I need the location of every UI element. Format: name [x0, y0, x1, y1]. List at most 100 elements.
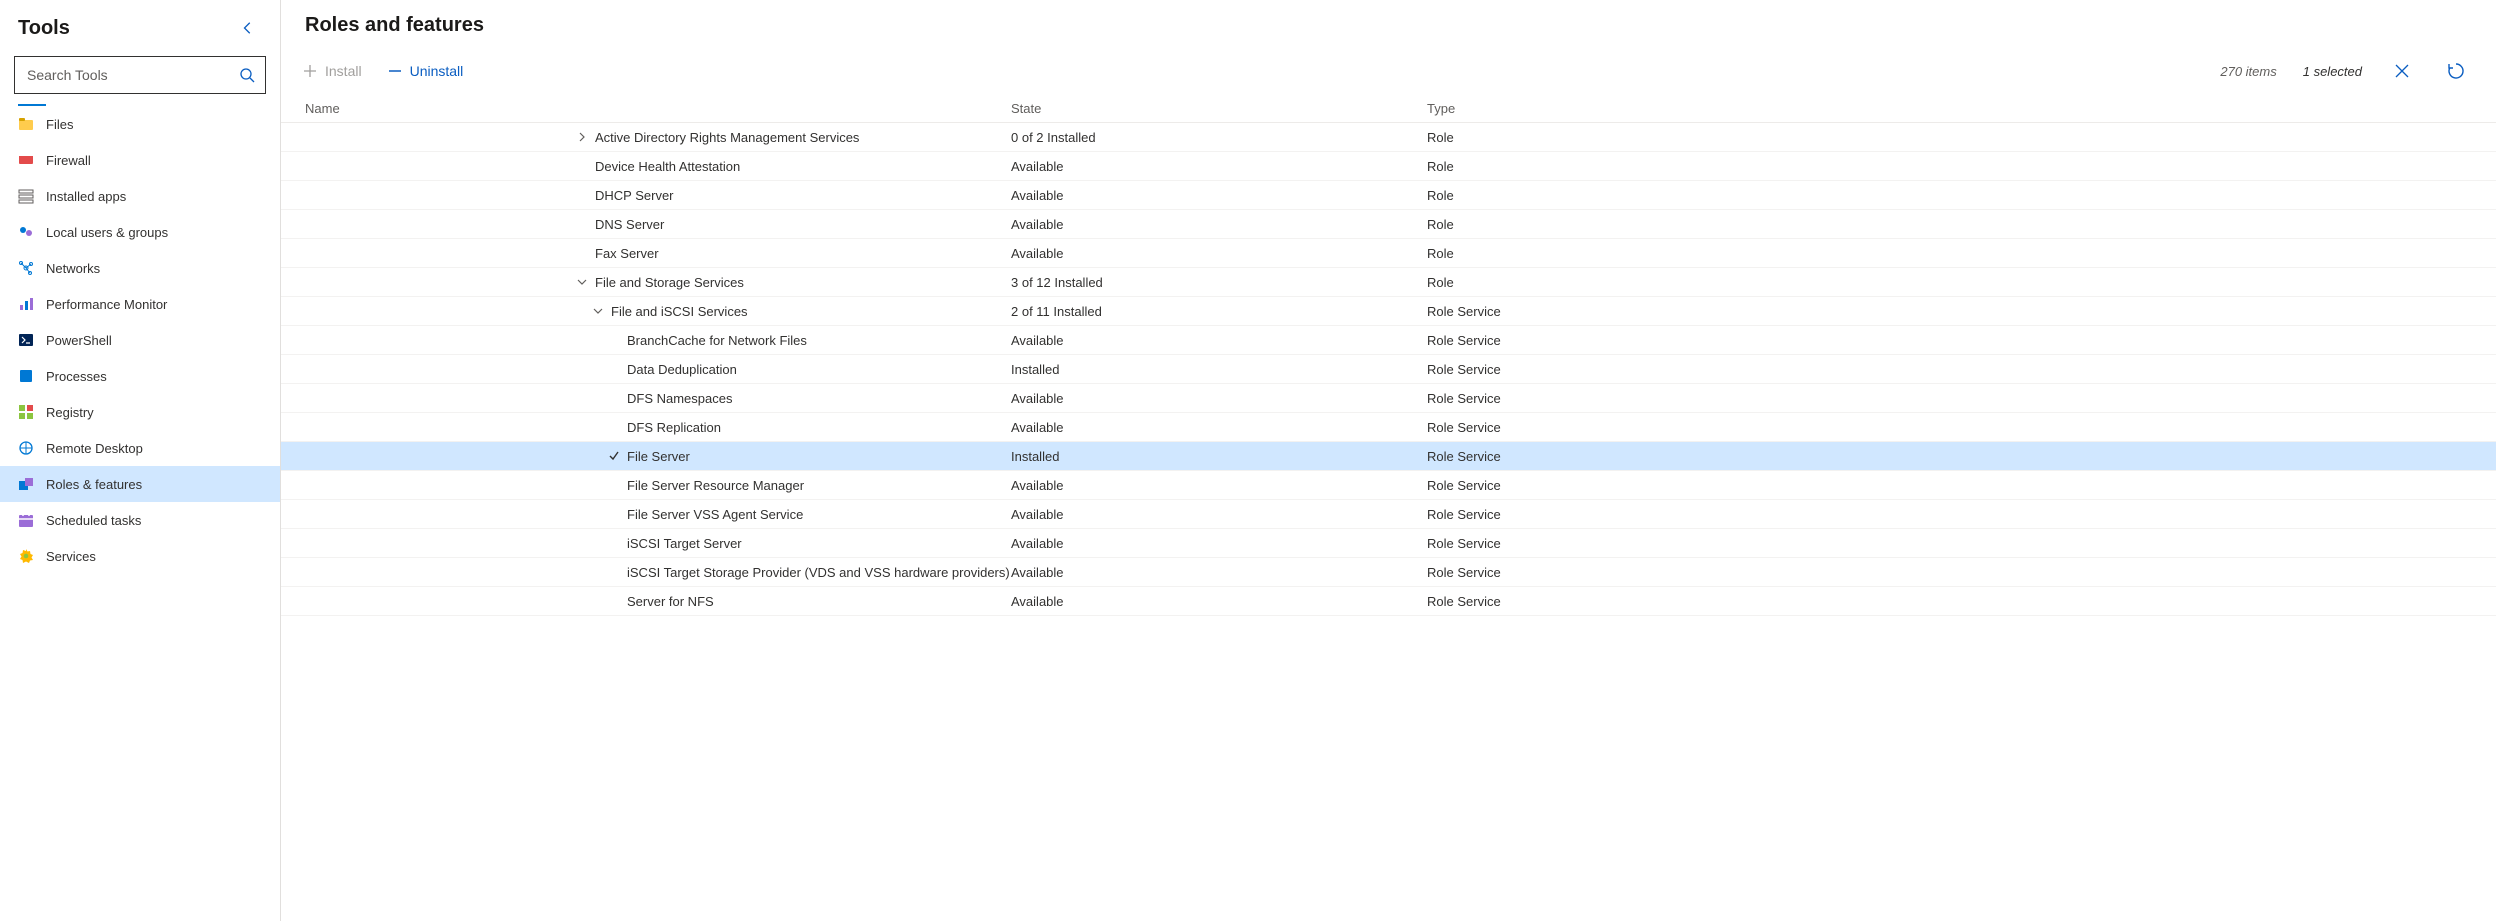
sidebar-item-performance-monitor[interactable]: Performance Monitor — [0, 286, 280, 322]
row-name: Device Health Attestation — [591, 159, 740, 174]
grid-row[interactable]: DNS ServerAvailableRole — [281, 210, 2496, 239]
column-header-type[interactable]: Type — [1427, 101, 2496, 116]
grid-cell-name: DNS Server — [281, 210, 1011, 238]
sidebar-item-remote-desktop[interactable]: Remote Desktop — [0, 430, 280, 466]
row-name: File and iSCSI Services — [607, 304, 748, 319]
column-header-name[interactable]: Name — [281, 101, 1011, 116]
sidebar-item-processes[interactable]: Processes — [0, 358, 280, 394]
refresh-button[interactable] — [2440, 55, 2472, 87]
sidebar-item-installed-apps[interactable]: Installed apps — [0, 178, 280, 214]
check-icon — [605, 447, 623, 465]
collapse-sidebar-button[interactable] — [234, 14, 262, 42]
grid-row[interactable]: File Server VSS Agent ServiceAvailableRo… — [281, 500, 2496, 529]
grid-cell-state: Available — [1011, 333, 1427, 348]
refresh-icon — [2447, 62, 2465, 80]
grid-cell-state: Available — [1011, 420, 1427, 435]
grid-row[interactable]: DFS NamespacesAvailableRole Service — [281, 384, 2496, 413]
grid-cell-type: Role — [1427, 217, 2496, 232]
row-name: DFS Replication — [623, 420, 721, 435]
chevron-down-icon[interactable] — [573, 273, 591, 291]
sidebar-item-files[interactable]: Files — [0, 106, 280, 142]
grid-cell-type: Role Service — [1427, 449, 2496, 464]
grid-row[interactable]: File Server Resource ManagerAvailableRol… — [281, 471, 2496, 500]
grid-cell-state: Installed — [1011, 362, 1427, 377]
uninstall-button[interactable]: Uninstall — [386, 59, 466, 83]
grid-row[interactable]: Fax ServerAvailableRole — [281, 239, 2496, 268]
install-button[interactable]: Install — [301, 59, 364, 83]
processes-icon — [18, 368, 34, 384]
roles-grid: Name State Type Active Directory Rights … — [281, 95, 2496, 921]
grid-row[interactable]: Server for NFSAvailableRole Service — [281, 587, 2496, 616]
powershell-icon — [18, 332, 34, 348]
grid-cell-type: Role Service — [1427, 478, 2496, 493]
grid-cell-type: Role — [1427, 188, 2496, 203]
chevron-right-icon[interactable] — [573, 128, 591, 146]
perfmon-icon — [18, 296, 34, 312]
grid-cell-name: File Server Resource Manager — [281, 471, 1011, 499]
install-label: Install — [325, 63, 362, 79]
chevron-down-icon[interactable] — [589, 302, 607, 320]
networks-icon — [18, 260, 34, 276]
grid-body[interactable]: Active Directory Rights Management Servi… — [281, 123, 2496, 921]
clear-selection-button[interactable] — [2386, 55, 2418, 87]
sidebar-item-powershell[interactable]: PowerShell — [0, 322, 280, 358]
grid-row[interactable]: DHCP ServerAvailableRole — [281, 181, 2496, 210]
tools-sidebar: Tools FilesFirewallInstalled appsLocal u… — [0, 0, 281, 921]
apps-icon — [18, 188, 34, 204]
grid-cell-type: Role Service — [1427, 536, 2496, 551]
grid-row[interactable]: DFS Replication AvailableRole Service — [281, 413, 2496, 442]
sidebar-item-scheduled-tasks[interactable]: Scheduled tasks — [0, 502, 280, 538]
sidebar-item-networks[interactable]: Networks — [0, 250, 280, 286]
grid-cell-type: Role Service — [1427, 333, 2496, 348]
sidebar-item-roles-features[interactable]: Roles & features — [0, 466, 280, 502]
sidebar-item-registry[interactable]: Registry — [0, 394, 280, 430]
row-name: DFS Namespaces — [623, 391, 732, 406]
sidebar-item-label: Performance Monitor — [46, 297, 167, 312]
grid-row[interactable]: File and iSCSI Services2 of 11 Installed… — [281, 297, 2496, 326]
registry-icon — [18, 404, 34, 420]
grid-cell-state: Available — [1011, 159, 1427, 174]
sidebar-item-firewall[interactable]: Firewall — [0, 142, 280, 178]
grid-cell-name: File Server — [281, 442, 1011, 470]
scheduled-tasks-icon — [18, 512, 34, 528]
sidebar-item-local-users-groups[interactable]: Local users & groups — [0, 214, 280, 250]
grid-cell-state: Available — [1011, 188, 1427, 203]
grid-cell-name: DHCP Server — [281, 181, 1011, 209]
grid-row[interactable]: Data DeduplicationInstalledRole Service — [281, 355, 2496, 384]
grid-cell-name: Fax Server — [281, 239, 1011, 267]
row-name: iSCSI Target Server — [623, 536, 742, 551]
users-groups-icon — [18, 224, 34, 240]
grid-cell-type: Role Service — [1427, 391, 2496, 406]
grid-cell-type: Role — [1427, 275, 2496, 290]
grid-cell-type: Role — [1427, 130, 2496, 145]
grid-row[interactable]: iSCSI Target Storage Provider (VDS and V… — [281, 558, 2496, 587]
grid-cell-name: Server for NFS — [281, 587, 1011, 615]
grid-cell-type: Role Service — [1427, 304, 2496, 319]
grid-cell-state: Available — [1011, 536, 1427, 551]
grid-row[interactable]: File and Storage Services3 of 12 Install… — [281, 268, 2496, 297]
row-name: Data Deduplication — [623, 362, 737, 377]
grid-row[interactable]: Active Directory Rights Management Servi… — [281, 123, 2496, 152]
remote-desktop-icon — [18, 440, 34, 456]
row-name: File Server Resource Manager — [623, 478, 804, 493]
grid-cell-type: Role Service — [1427, 420, 2496, 435]
row-name: iSCSI Target Storage Provider (VDS and V… — [623, 565, 1010, 580]
close-icon — [2394, 63, 2410, 79]
grid-row[interactable]: File ServerInstalledRole Service — [281, 442, 2496, 471]
grid-header: Name State Type — [281, 95, 2496, 123]
grid-row[interactable]: BranchCache for Network FilesAvailableRo… — [281, 326, 2496, 355]
tools-list[interactable]: FilesFirewall Installed apps Local users &… — [0, 106, 280, 921]
grid-row[interactable]: iSCSI Target Server AvailableRole Service — [281, 529, 2496, 558]
sidebar-item-label: Installed apps — [46, 189, 126, 204]
column-header-state[interactable]: State — [1011, 101, 1427, 116]
grid-cell-type: Role — [1427, 246, 2496, 261]
grid-cell-state: 3 of 12 Installed — [1011, 275, 1427, 290]
grid-cell-type: Role — [1427, 159, 2496, 174]
grid-row[interactable]: Device Health Attestation AvailableRole — [281, 152, 2496, 181]
grid-cell-state: 0 of 2 Installed — [1011, 130, 1427, 145]
sidebar-item-services[interactable]: Services — [0, 538, 280, 574]
plus-icon — [303, 64, 317, 78]
search-tools-input[interactable] — [15, 57, 265, 93]
grid-cell-name: iSCSI Target Storage Provider (VDS and V… — [281, 558, 1011, 586]
firewall-icon — [18, 152, 34, 168]
